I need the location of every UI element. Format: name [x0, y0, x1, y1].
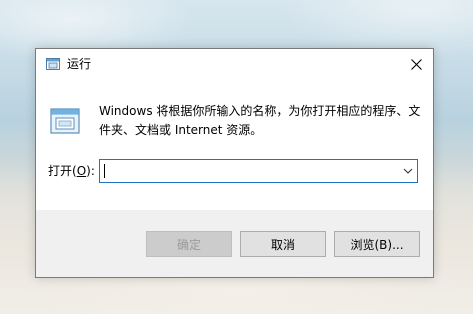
run-dialog: 运行 Windows 将根据你所输入的名称，为你打开相应的程序、文件夹、文档或 …	[35, 48, 434, 278]
close-button[interactable]	[399, 49, 433, 80]
button-bar: 确定 取消 浏览(B)...	[36, 210, 433, 277]
open-combobox[interactable]	[99, 159, 418, 183]
ok-button[interactable]: 确定	[146, 231, 232, 257]
cancel-button[interactable]: 取消	[240, 231, 326, 257]
run-icon	[50, 108, 80, 134]
browse-button[interactable]: 浏览(B)...	[334, 231, 420, 257]
window-title: 运行	[67, 57, 92, 71]
open-label: 打开(O):	[48, 164, 95, 178]
description-text: Windows 将根据你所输入的名称，为你打开相应的程序、文件夹、文档或 Int…	[99, 104, 421, 137]
open-input[interactable]	[104, 162, 394, 180]
run-icon	[46, 58, 60, 70]
title-bar[interactable]: 运行	[36, 49, 433, 80]
close-icon	[410, 59, 422, 70]
text-cursor	[104, 164, 105, 178]
chevron-down-icon[interactable]	[402, 166, 414, 176]
content-area: Windows 将根据你所输入的名称，为你打开相应的程序、文件夹、文档或 Int…	[36, 80, 433, 210]
